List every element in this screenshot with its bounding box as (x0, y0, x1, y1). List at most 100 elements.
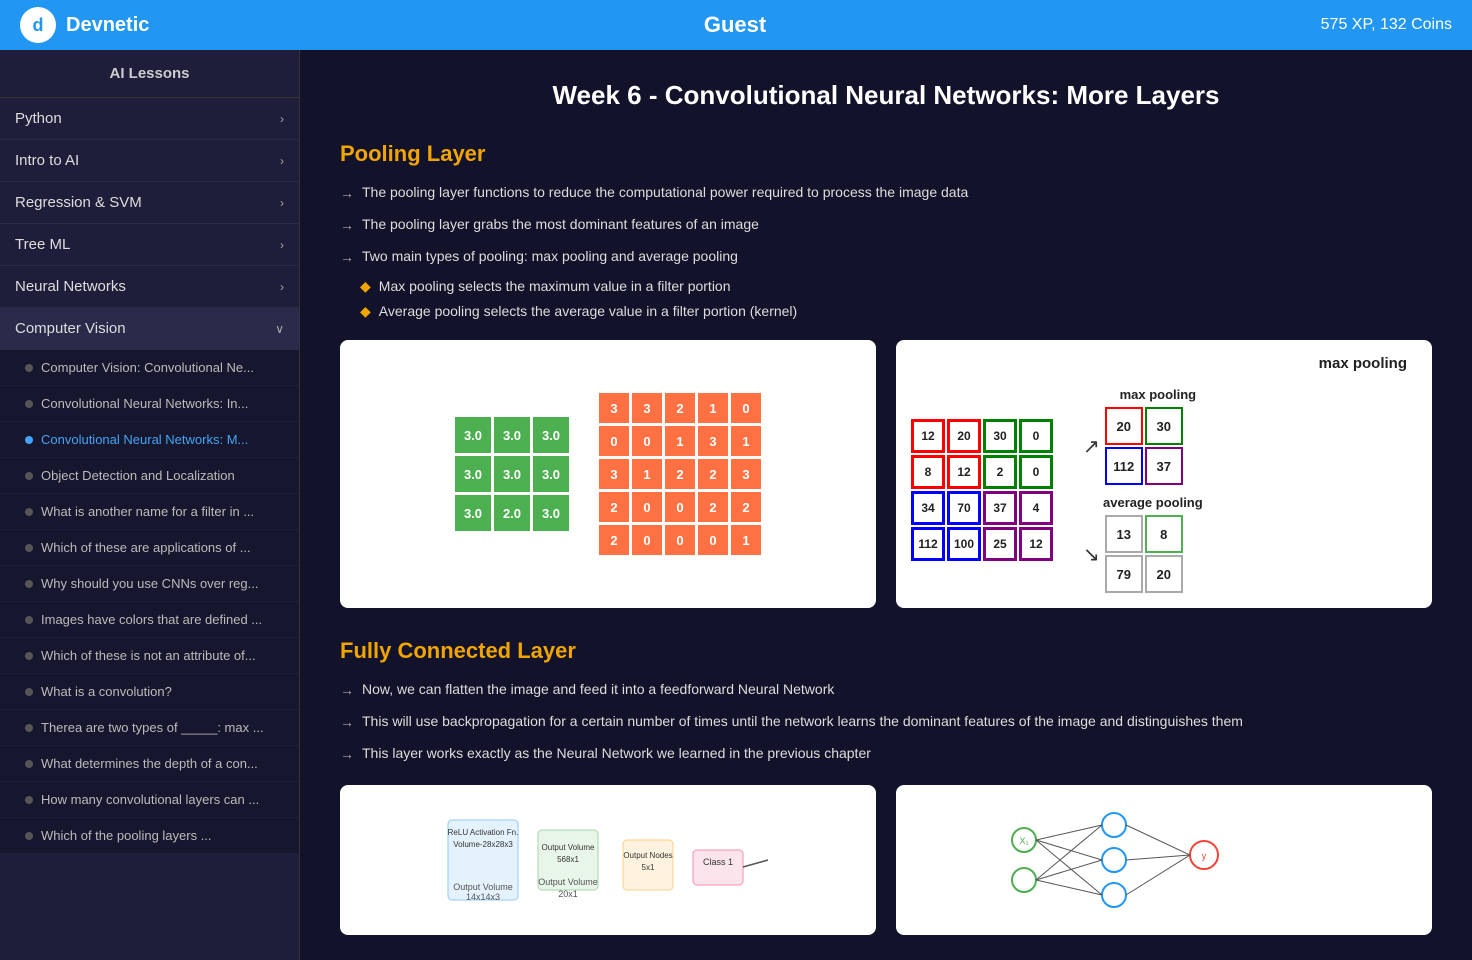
max-label: max pooling (1120, 387, 1197, 402)
grid-cell: 3.0 (455, 456, 491, 492)
sidebar-subitem-cv9[interactable]: Which of these is not an attribute of... (0, 638, 299, 674)
left-diagram: 3.0 3.0 3.0 3.0 3.0 3.0 3.0 2.0 3.0 (340, 340, 876, 608)
result-cell: 37 (1145, 447, 1183, 485)
dot-icon (25, 652, 33, 660)
matrix-cell: 34 (911, 491, 945, 525)
matrix-cell: 70 (947, 491, 981, 525)
grid-cell: 1 (698, 393, 728, 423)
result-cell: 112 (1105, 447, 1143, 485)
sidebar-cv-subitems: Computer Vision: Convolutional Ne... Con… (0, 350, 299, 854)
arrow-icon: → (340, 183, 354, 204)
sidebar-item-cv[interactable]: Computer Vision ∨ (0, 308, 299, 350)
svg-text:Output Volume: Output Volume (542, 843, 595, 852)
fc-section-title: Fully Connected Layer (340, 638, 1432, 664)
sidebar: AI Lessons Python › Intro to AI › Regres… (0, 50, 300, 960)
grid-cell: 2 (599, 525, 629, 555)
arrow-icon: ↘ (1083, 542, 1100, 567)
sidebar-subitem-cv3[interactable]: Convolutional Neural Networks: M... (0, 422, 299, 458)
grid-cell: 2 (698, 492, 728, 522)
diamond-icon: ◆ (360, 278, 371, 295)
logo[interactable]: d Devnetic (20, 7, 149, 43)
result-cell: 79 (1105, 555, 1143, 593)
avg-arrow-result: ↘ 13 8 79 20 (1083, 515, 1183, 593)
sidebar-subitem-cv8[interactable]: Images have colors that are defined ... (0, 602, 299, 638)
matrix-cell: 20 (947, 419, 981, 453)
sidebar-header: AI Lessons (0, 50, 299, 98)
sidebar-subitem-cv4[interactable]: Object Detection and Localization (0, 458, 299, 494)
grid-cell: 0 (632, 426, 662, 456)
grid-cell: 3.0 (455, 495, 491, 531)
svg-text:5x1: 5x1 (642, 863, 655, 872)
small-grid: 3.0 3.0 3.0 3.0 3.0 3.0 3.0 2.0 3.0 (455, 417, 569, 531)
arrow-icon: → (340, 247, 354, 268)
avg-result: average pooling ↘ 13 8 79 20 (1063, 495, 1203, 593)
grid-cell: 0 (632, 525, 662, 555)
chevron-right-icon: › (280, 112, 284, 126)
dot-icon (25, 724, 33, 732)
sidebar-item-tree[interactable]: Tree ML › (0, 224, 299, 266)
dot-icon (25, 760, 33, 768)
svg-text:14x14x3: 14x14x3 (466, 892, 500, 902)
chevron-right-icon: › (280, 238, 284, 252)
matrix-cell: 12 (947, 455, 981, 489)
grid-cell: 2 (599, 492, 629, 522)
chevron-right-icon: › (280, 280, 284, 294)
svg-text:y: y (1202, 851, 1207, 861)
result-cell: 20 (1145, 555, 1183, 593)
diamond-icon: ◆ (360, 303, 371, 320)
svg-text:Output Nodes: Output Nodes (623, 851, 672, 860)
matrix-cell: 4 (1019, 491, 1053, 525)
pooling-bullet-3: → Two main types of pooling: max pooling… (340, 246, 1432, 268)
grid-cell: 0 (665, 525, 695, 555)
bottom-diagram-right: X₁ y (896, 785, 1432, 935)
pooling-sub-bullet-2: ◆ Average pooling selects the average va… (360, 303, 1432, 320)
sidebar-item-intro[interactable]: Intro to AI › (0, 140, 299, 182)
matrix-cell: 112 (911, 527, 945, 561)
sidebar-subitem-cv1[interactable]: Computer Vision: Convolutional Ne... (0, 350, 299, 386)
grid-cell: 0 (731, 393, 761, 423)
chevron-down-icon: ∨ (275, 322, 284, 336)
grid-cell: 3.0 (494, 456, 530, 492)
dot-icon (25, 508, 33, 516)
sidebar-subitem-cv5[interactable]: What is another name for a filter in ... (0, 494, 299, 530)
dot-icon (25, 472, 33, 480)
sidebar-subitem-cv13[interactable]: How many convolutional layers can ... (0, 782, 299, 818)
grid-cell: 2 (731, 492, 761, 522)
sidebar-item-neural[interactable]: Neural Networks › (0, 266, 299, 308)
sidebar-subitem-cv12[interactable]: What determines the depth of a con... (0, 746, 299, 782)
grid-cell: 3.0 (533, 417, 569, 453)
grid-cell: 3.0 (494, 417, 530, 453)
results-section: max pooling ↗ 20 30 112 37 (1063, 387, 1203, 593)
dot-icon (25, 580, 33, 588)
grid-cell: 3 (632, 393, 662, 423)
large-grid: 3 3 2 1 0 0 0 1 3 1 3 1 2 (599, 393, 761, 555)
neural-network-svg: X₁ y (994, 800, 1334, 920)
result-cell: 8 (1145, 515, 1183, 553)
matrix-cell: 30 (983, 419, 1017, 453)
sidebar-subitem-cv10[interactable]: What is a convolution? (0, 674, 299, 710)
right-diagram: max pooling 12 20 30 0 8 12 2 0 (896, 340, 1432, 608)
avg-pool-result: 13 8 79 20 (1105, 515, 1183, 593)
content-area: Week 6 - Convolutional Neural Networks: … (300, 50, 1472, 960)
grid-cell: 0 (632, 492, 662, 522)
grid-cell: 3.0 (533, 456, 569, 492)
arrow-icon: ↗ (1083, 434, 1100, 459)
sidebar-subitem-cv14[interactable]: Which of the pooling layers ... (0, 818, 299, 854)
svg-text:X₁: X₁ (1019, 836, 1028, 846)
sidebar-subitem-cv7[interactable]: Why should you use CNNs over reg... (0, 566, 299, 602)
sidebar-subitem-cv6[interactable]: Which of these are applications of ... (0, 530, 299, 566)
grid-cell: 1 (665, 426, 695, 456)
arrow-icon: → (340, 712, 354, 733)
matrix-cell: 100 (947, 527, 981, 561)
page-title: Week 6 - Convolutional Neural Networks: … (340, 80, 1432, 111)
sidebar-item-python[interactable]: Python › (0, 98, 299, 140)
matrix-cell: 0 (1019, 455, 1053, 489)
chevron-right-icon: › (280, 196, 284, 210)
max-pooling-section: max pooling (911, 355, 1417, 372)
grid-cell: 2 (665, 393, 695, 423)
arrow-icon: → (340, 744, 354, 765)
sidebar-subitem-cv2[interactable]: Convolutional Neural Networks: In... (0, 386, 299, 422)
sidebar-item-regression[interactable]: Regression & SVM › (0, 182, 299, 224)
max-pooling-label: max pooling (1319, 355, 1407, 372)
sidebar-subitem-cv11[interactable]: Therea are two types of _____: max ... (0, 710, 299, 746)
